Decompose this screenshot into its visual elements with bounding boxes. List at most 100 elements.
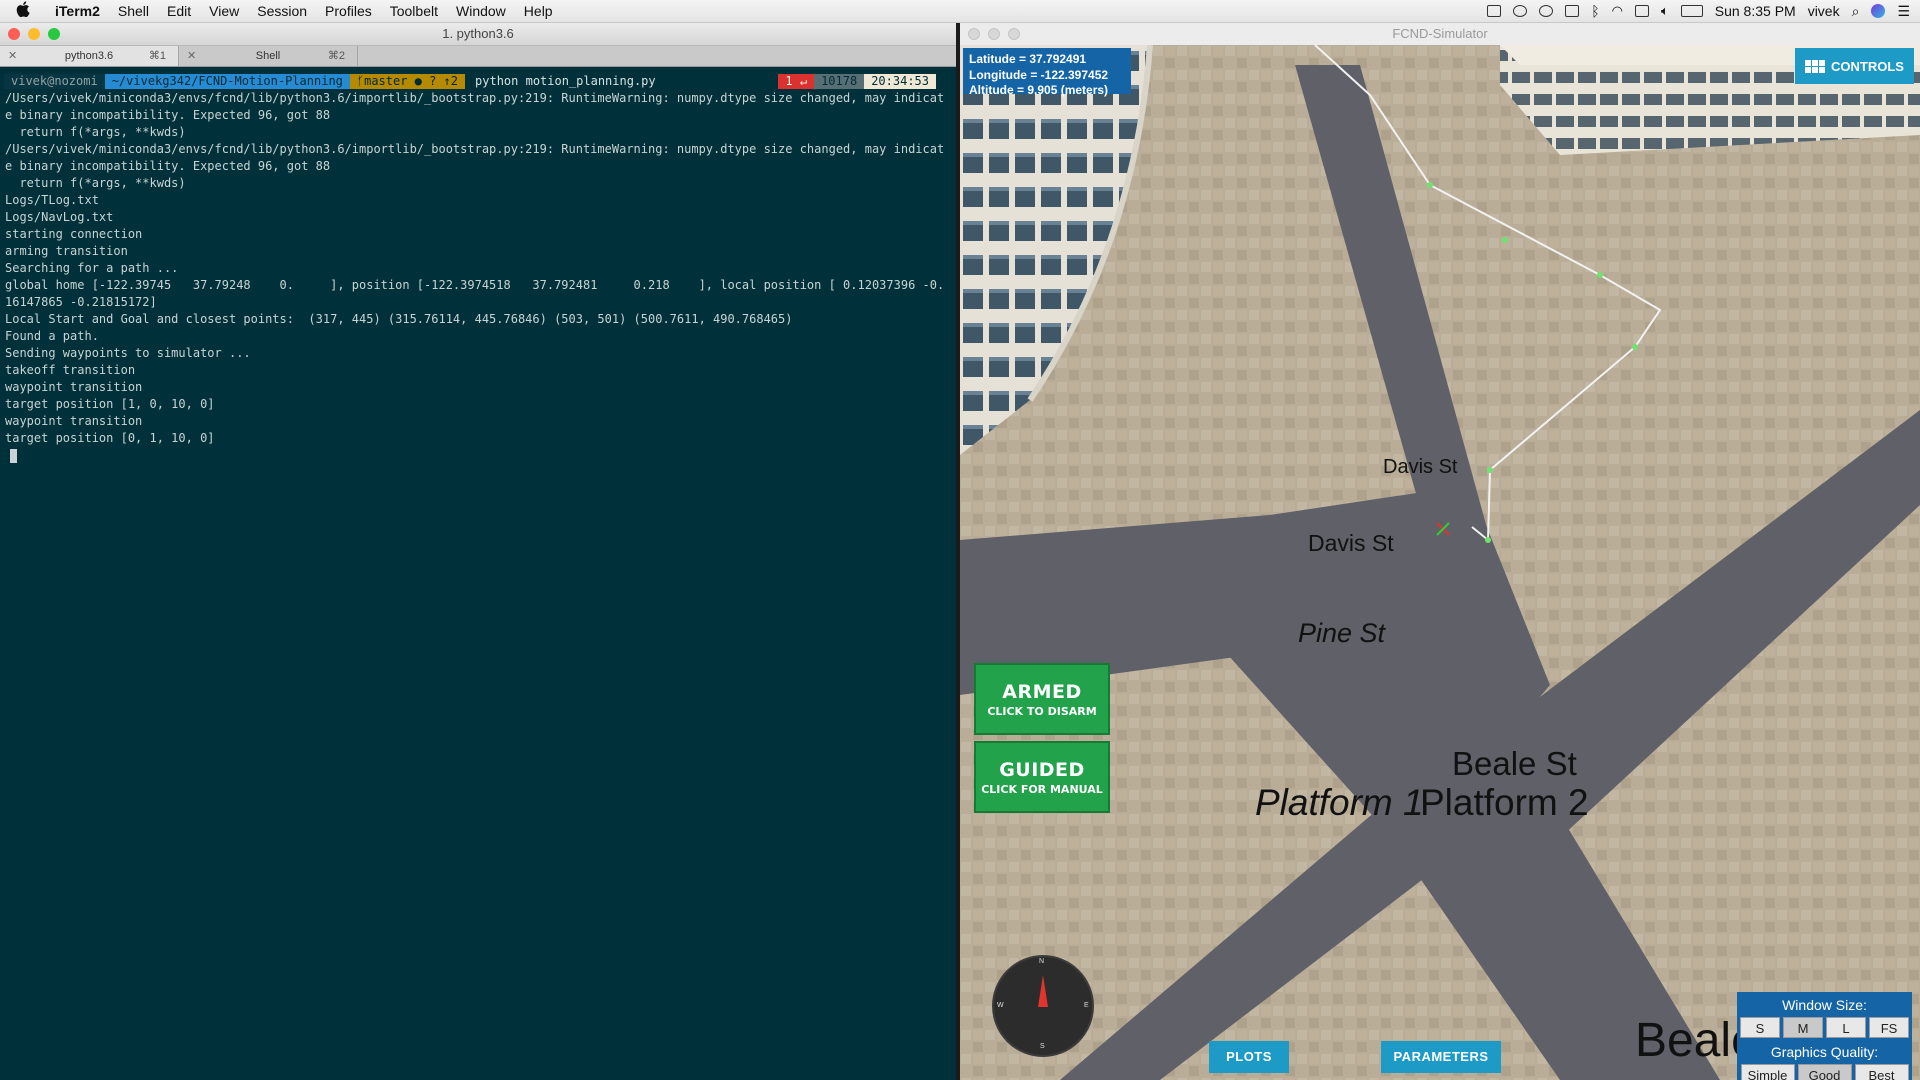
spotlight-search-icon[interactable]: ⌕ [1852,3,1860,20]
armed-label: ARMED [1002,681,1082,703]
minimize-window-button[interactable] [28,28,40,40]
apple-menu-icon[interactable] [0,0,46,22]
altitude-readout: Altitude = 9.905 (meters) [969,83,1109,97]
terminal-output-line: waypoint transition [5,380,143,394]
simulation-viewport[interactable]: Davis St Davis St Pine St Beale St Platf… [960,45,1920,1080]
window-size-options: S M L FS [1737,1017,1912,1038]
street-label-platform-1: Platform 1 [1255,782,1424,823]
armed-sublabel: CLICK TO DISARM [987,705,1097,718]
zoom-window-button[interactable] [1008,28,1020,40]
close-window-button[interactable] [8,28,20,40]
prompt-git-branch: ᚶmaster ● ? ↑2 [349,74,466,89]
notification-center-icon[interactable]: ☰ [1897,3,1910,20]
terminal-output-line: global home [-122.39745 37.79248 0. ], p… [5,278,945,309]
terminal-output-line: Searching for a path ... [5,261,179,275]
terminal-output-line: arming transition [5,244,128,258]
menu-window[interactable]: Window [447,3,515,19]
window-size-m-button[interactable]: M [1783,1017,1823,1038]
terminal-tab-bar: ✕ python3.6 ⌘1 ✕ Shell ⌘2 [0,46,956,67]
graphics-good-button[interactable]: Good [1797,1064,1852,1080]
terminal-output-line: takeoff transition [5,363,136,377]
prompt-time: 20:34:53 [864,74,936,89]
window-settings-panel: Window Size: S M L FS Graphics Quality: … [1737,992,1912,1080]
terminal-output-line: /Users/vivek/miniconda3/envs/fcnd/lib/py… [5,142,945,173]
time-machine-icon[interactable] [1565,5,1580,17]
airplay-icon[interactable] [1634,5,1649,17]
street-label-platform-2: Platform 2 [1420,782,1589,823]
menu-shell[interactable]: Shell [109,3,158,19]
shell-prompt: vivek@nozomi ~/vivekg342/FCND-Motion-Pla… [0,73,956,90]
tab-label: python3.6 [64,50,114,62]
menu-bar: iTerm2 Shell Edit View Session Profiles … [0,0,1920,23]
graphics-quality-options: Simple Good Best [1737,1064,1912,1080]
close-tab-icon[interactable]: ✕ [8,46,17,66]
terminal-output[interactable]: /Users/vivek/miniconda3/envs/fcnd/lib/py… [0,90,956,447]
terminal-output-line: target position [0, 1, 10, 0] [5,431,215,445]
window-size-l-button[interactable]: L [1826,1017,1866,1038]
bluetooth-icon[interactable]: ᛒ [1591,3,1599,19]
telemetry-panel: Latitude = 37.792491 Longitude = -122.39… [963,48,1131,97]
terminal-output-line: waypoint transition [5,414,143,428]
siri-icon[interactable] [1871,4,1886,18]
window-size-fs-button[interactable]: FS [1869,1017,1909,1038]
terminal-output-line: Found a path. [5,329,99,343]
battery-icon[interactable] [1680,5,1703,17]
street-label-davis-st: Davis St [1383,456,1458,478]
parameters-button[interactable]: PARAMETERS [1381,1041,1501,1073]
screen-share-icon[interactable] [1487,5,1502,17]
graphics-quality-title: Graphics Quality: [1770,1044,1879,1060]
waypoint [1427,182,1433,188]
guided-label: GUIDED [999,759,1085,781]
close-window-button[interactable] [968,28,980,40]
menu-view[interactable]: View [200,3,248,19]
terminal-titlebar: 1. python3.6 [0,23,956,46]
waypoint [1487,467,1493,473]
minimize-window-button[interactable] [988,28,1000,40]
terminal-window: 1. python3.6 ✕ python3.6 ⌘1 ✕ Shell ⌘2 v… [0,23,956,1080]
terminal-output-line: Sending waypoints to simulator ... [5,346,251,360]
window-size-s-button[interactable]: S [1740,1017,1780,1038]
menu-toolbelt[interactable]: Toolbelt [381,3,447,19]
guided-button[interactable]: GUIDED CLICK FOR MANUAL [974,741,1110,813]
waypoint [1597,272,1603,278]
prompt-command: python motion_planning.py [475,74,656,88]
volume-icon[interactable]: 🔈︎ [1661,3,1669,19]
menu-edit[interactable]: Edit [158,3,200,19]
menu-profiles[interactable]: Profiles [316,3,381,19]
plots-button[interactable]: PLOTS [1209,1041,1289,1073]
tab-shell[interactable]: ✕ Shell ⌘2 [179,46,358,66]
controls-button[interactable]: CONTROLS [1795,48,1914,84]
simulator-window-title: FCND-Simulator [1392,26,1488,41]
tab-shortcut: ⌘2 [327,50,345,62]
waypoint [1485,537,1491,543]
graphics-simple-button[interactable]: Simple [1740,1064,1795,1080]
prompt-history-number: 10178 [814,74,865,89]
graphics-best-button[interactable]: Best [1854,1064,1909,1080]
street-label-davis-st: Davis St [1308,530,1394,556]
tab-label: Shell [255,50,281,62]
terminal-output-line: /Users/vivek/miniconda3/envs/fcnd/lib/py… [5,91,945,122]
close-tab-icon[interactable]: ✕ [187,46,196,66]
waypoint [1632,344,1638,350]
terminal-output-line: return f(*args, **kwds) [5,176,186,190]
user-name[interactable]: vivek [1808,3,1840,19]
info-icon[interactable] [1539,5,1554,17]
terminal-output-line: return f(*args, **kwds) [5,125,186,139]
evernote-icon[interactable] [1513,5,1528,17]
clock[interactable]: Sun 8:35 PM [1715,3,1796,19]
guided-sublabel: CLICK FOR MANUAL [981,783,1103,796]
window-size-title: Window Size: [1782,997,1867,1013]
compass: N S E W [992,955,1094,1057]
wifi-icon[interactable]: ◠ [1612,3,1623,19]
waypoint [1502,237,1508,243]
terminal-window-title: 1. python3.6 [442,26,514,41]
menu-help[interactable]: Help [515,3,562,19]
menu-iterm2[interactable]: iTerm2 [46,3,109,19]
controls-label: CONTROLS [1831,58,1904,74]
menu-session[interactable]: Session [248,3,316,19]
armed-button[interactable]: ARMED CLICK TO DISARM [974,663,1110,735]
zoom-window-button[interactable] [48,28,60,40]
terminal-output-line: Logs/TLog.txt [5,193,99,207]
terminal-output-line: target position [1, 0, 10, 0] [5,397,215,411]
tab-python[interactable]: ✕ python3.6 ⌘1 [0,46,179,66]
